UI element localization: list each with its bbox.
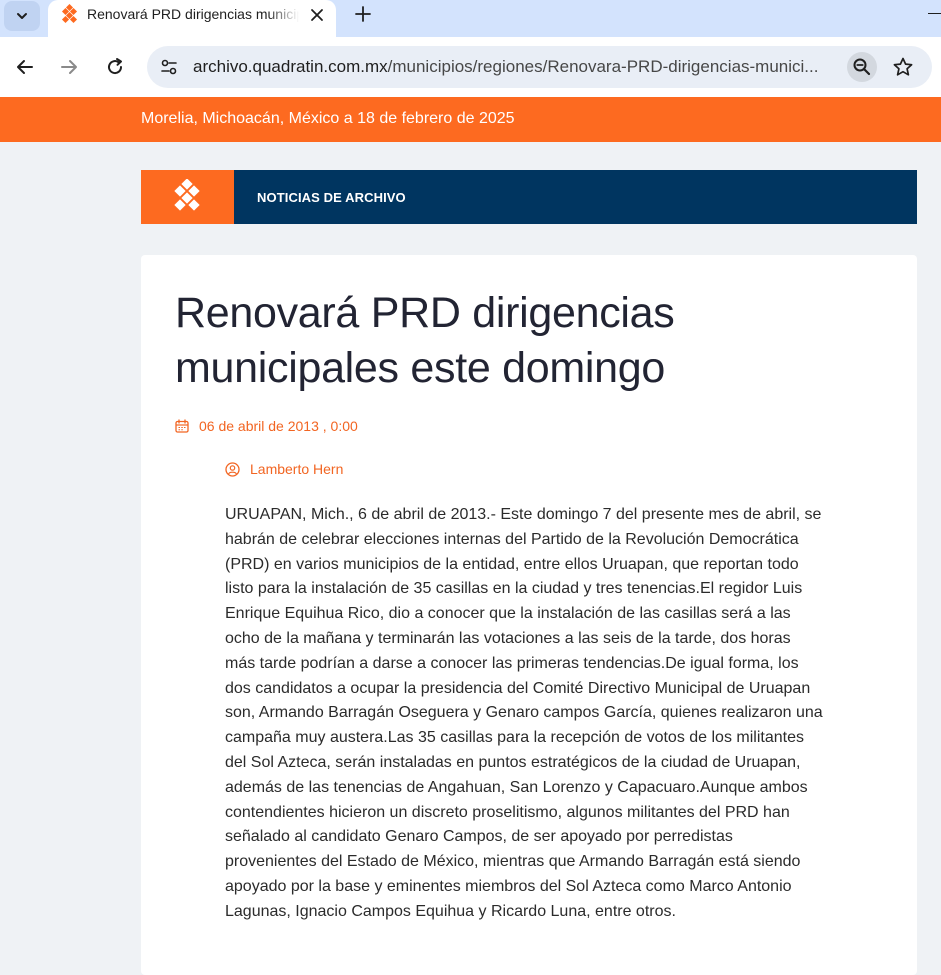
arrow-left-icon[interactable] (15, 57, 35, 77)
tab-search-button[interactable] (4, 1, 40, 31)
article-date-text: 06 de abril de 2013 , 0:00 (199, 418, 358, 434)
article-body: URUAPAN, Mich., 6 de abril de 2013.- Est… (225, 506, 823, 920)
top-date-bar: Morelia, Michoacán, México a 18 de febre… (0, 97, 941, 142)
arrow-right-icon[interactable] (59, 57, 79, 77)
zoom-button[interactable] (847, 52, 877, 82)
minimize-button[interactable] (928, 13, 941, 14)
chevron-down-icon (17, 13, 27, 19)
tab-strip: Renovará PRD dirigencias municipales est… (0, 0, 941, 37)
browser-tab-active[interactable]: Renovará PRD dirigencias municipales est… (48, 0, 336, 37)
article-card: Renovará PRD dirigencias municipales est… (141, 255, 917, 975)
url-host: archivo.quadratin.com.mx (193, 57, 388, 76)
zoom-out-icon (853, 58, 871, 76)
url-text[interactable]: archivo.quadratin.com.mx/municipios/regi… (193, 57, 843, 77)
quadratin-logo-icon (61, 4, 78, 24)
user-icon (225, 461, 240, 477)
article-author-name[interactable]: Lamberto Hern (250, 461, 343, 477)
nav-item-noticias-archivo[interactable]: NOTICIAS DE ARCHIVO (257, 190, 406, 205)
section-nav-bar: NOTICIAS DE ARCHIVO (234, 170, 917, 224)
article-author: Lamberto Hern (225, 461, 343, 477)
close-icon[interactable] (308, 6, 326, 24)
star-icon[interactable] (892, 56, 914, 78)
article-title: Renovará PRD dirigencias municipales est… (175, 289, 675, 392)
browser-toolbar: archivo.quadratin.com.mx/municipios/regi… (0, 37, 941, 97)
calendar-icon (175, 419, 189, 433)
plus-icon[interactable] (353, 4, 373, 24)
tab-title: Renovará PRD dirigencias municipales est… (87, 6, 299, 22)
tune-icon[interactable] (159, 57, 179, 77)
current-date-line: Morelia, Michoacán, México a 18 de febre… (141, 110, 515, 127)
article-date: 06 de abril de 2013 , 0:00 (175, 418, 358, 434)
url-path: /municipios/regiones/Renovara-PRD-dirige… (387, 57, 819, 76)
address-bar[interactable]: archivo.quadratin.com.mx/municipios/regi… (147, 46, 932, 88)
site-logo[interactable] (141, 170, 234, 224)
reload-icon[interactable] (105, 57, 125, 77)
quadratin-logo-icon (174, 179, 200, 211)
